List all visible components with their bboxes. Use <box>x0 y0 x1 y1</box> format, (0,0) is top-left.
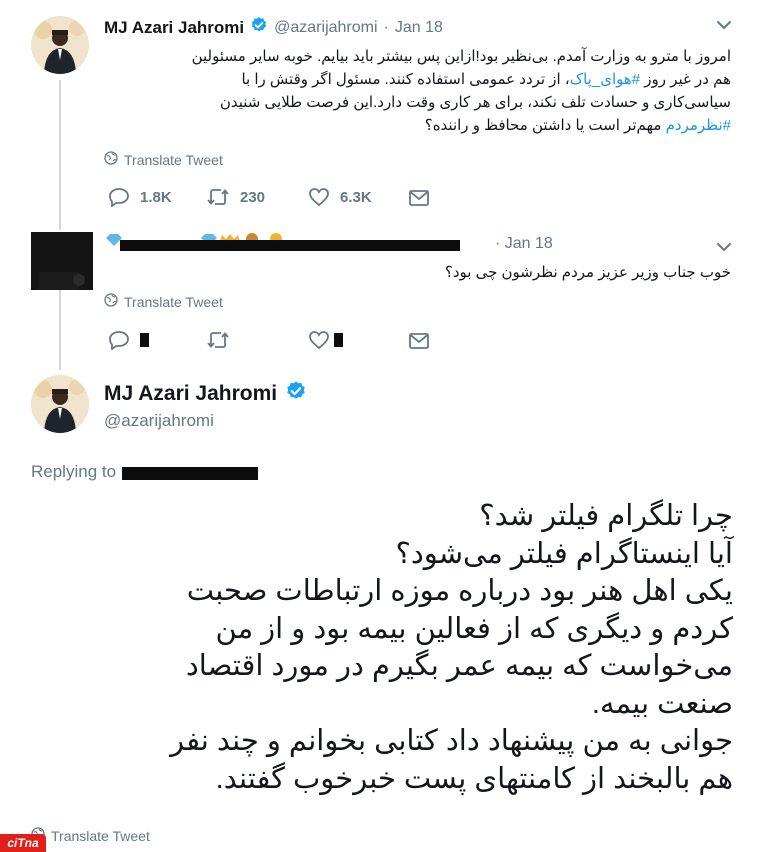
retweet-count: 230 <box>240 188 266 206</box>
hashtag-link[interactable]: #نظرمردم <box>666 117 731 134</box>
chevron-down-icon[interactable] <box>716 240 732 258</box>
tweet-line: امروز با مترو به وزارت آمدم. بی‌نظیر بود… <box>191 48 731 65</box>
tweet-text-part: ، از تردد عمومی استفاده کنند. مسئول اگر … <box>241 71 570 88</box>
tweet-line: صنعت بیمه. <box>591 687 733 720</box>
avatar[interactable] <box>31 375 89 433</box>
reply-icon <box>108 330 130 350</box>
retweet-icon[interactable] <box>206 330 230 355</box>
tweet-line: آیا اینستاگرام فیلتر می‌شود؟ <box>395 537 733 570</box>
separator: · <box>383 18 389 36</box>
like-button[interactable]: 6.3K <box>308 187 372 207</box>
replying-to-label: Replying to <box>31 462 117 481</box>
redacted-count <box>140 333 149 347</box>
like-count: 6.3K <box>340 188 372 206</box>
tweet-line: هم بالبخند از کامنتهای پست خبرخوب گفتند. <box>215 762 733 795</box>
tweet-line: می‌خواست که بیمه عمر بگیرم در مورد اقتصا… <box>185 650 733 682</box>
tweet-text: امروز با مترو به وزارت آمدم. بی‌نظیر بود… <box>91 45 731 137</box>
redacted-name <box>104 233 499 255</box>
chevron-down-icon[interactable] <box>716 18 732 36</box>
heart-icon <box>308 187 330 207</box>
tweet-text-part: هم در غیر روز <box>640 71 731 88</box>
translate-tweet-link[interactable]: Translate Tweet <box>104 151 223 168</box>
redacted-count <box>334 333 343 347</box>
tweet-line: یکی اهل هنر بود درباره موزه ارتباطات صحب… <box>186 575 733 607</box>
globe-icon <box>104 293 118 310</box>
retweet-icon <box>206 187 230 207</box>
like-button[interactable] <box>308 330 343 350</box>
globe-icon <box>104 151 118 168</box>
reply-count: 1.8K <box>140 188 172 206</box>
author-name[interactable]: MJ Azari Jahromi <box>104 18 244 38</box>
tweet-text: چرا تلگرام فیلتر شد؟ آیا اینستاگرام فیلت… <box>28 498 733 798</box>
translate-tweet-link[interactable]: Translate Tweet <box>31 827 150 844</box>
tweet-line: کردم و دیگری که از فعالین بیمه بود و از … <box>215 612 734 645</box>
watermark-text: ciTna <box>7 836 39 850</box>
reply-button[interactable]: 1.8K <box>108 187 172 207</box>
heart-icon <box>308 330 330 350</box>
reply-icon <box>108 187 130 207</box>
translate-label: Translate Tweet <box>124 151 223 168</box>
translate-label: Translate Tweet <box>124 293 223 310</box>
tweet-date[interactable]: Jan 18 <box>395 19 443 37</box>
avatar[interactable] <box>31 16 89 74</box>
thread-line <box>59 290 61 370</box>
tweet-text-part: مهم‌تر است یا داشتن محافظ و راننده؟ <box>424 117 666 134</box>
watermark-logo: ciTna <box>0 834 46 852</box>
tweet-line: هم در غیر روز #هوای_پاک، از تردد عمومی ا… <box>91 68 731 91</box>
translate-tweet-link[interactable]: Translate Tweet <box>104 293 223 310</box>
retweet-button[interactable]: 230 <box>206 187 265 207</box>
redacted-handle[interactable] <box>122 466 259 480</box>
translate-label: Translate Tweet <box>51 827 150 844</box>
author-name[interactable]: MJ Azari Jahromi <box>104 382 277 406</box>
hashtag-link[interactable]: #هوای_پاک <box>570 71 640 88</box>
tweet-line: چرا تلگرام فیلتر شد؟ <box>479 500 733 532</box>
author-handle[interactable]: @azarijahromi <box>274 19 377 37</box>
reply-button[interactable] <box>108 330 149 350</box>
avatar[interactable] <box>31 232 93 290</box>
author-handle[interactable]: @azarijahromi <box>104 411 214 431</box>
thread-line <box>59 80 61 230</box>
tweet-text: خوب جناب وزیر عزیز مردم نظرشون چی بود؟ <box>444 264 731 281</box>
tweet-date[interactable]: · Jan 18 <box>495 235 553 253</box>
message-icon[interactable] <box>408 189 430 212</box>
message-icon[interactable] <box>408 332 430 355</box>
verified-icon <box>285 380 307 407</box>
tweet-line: سیاسی‌کاری و حسادت تلف نکند، برای هر کار… <box>219 94 731 111</box>
tweet-line: #نظرمردم مهم‌تر است یا داشتن محافظ و ران… <box>91 114 731 137</box>
tweet-line: جوانی به من پیشنهاد داد کتابی بخوانم و چ… <box>170 725 733 757</box>
verified-icon <box>250 16 268 39</box>
